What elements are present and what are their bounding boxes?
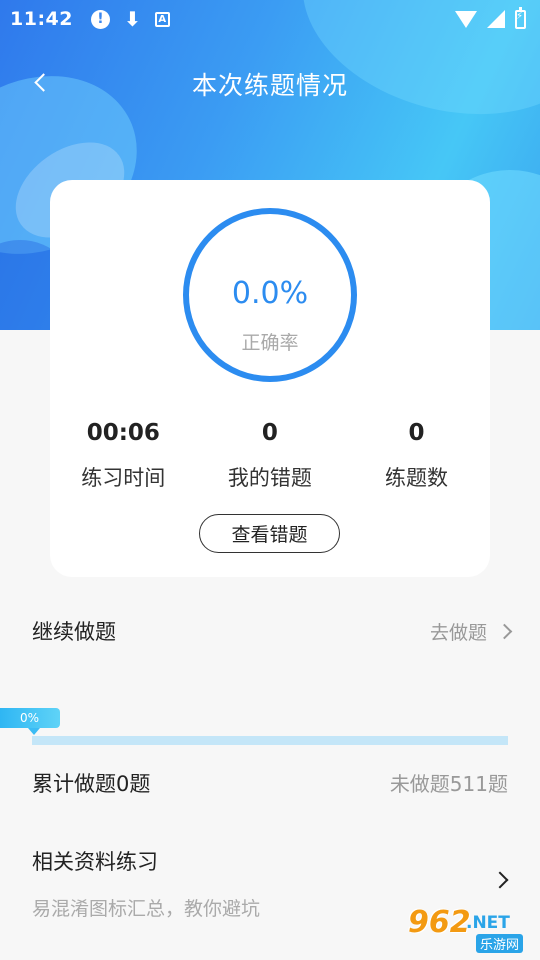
stat-label: 练题数 [384, 466, 448, 490]
watermark-net: .NET [466, 913, 510, 933]
status-bar: 11:42 ! ⬇ A [0, 0, 540, 38]
continue-title: 继续做题 [32, 620, 116, 644]
battery-icon [515, 6, 526, 29]
stats-row: 00:06 练习时间 0 我的错题 0 练题数 [50, 420, 490, 492]
stat-wrong-questions: 0 我的错题 [197, 420, 344, 492]
stat-practice-time: 00:06 练习时间 [50, 420, 197, 492]
nav-bar: 本次练题情况 [0, 56, 540, 110]
related-title: 相关资料练习 [32, 850, 158, 874]
stat-question-count: 0 练题数 [343, 420, 490, 492]
chevron-right-icon [491, 871, 509, 889]
status-notification-icons: ! ⬇ A [90, 7, 170, 31]
download-icon: ⬇ [123, 7, 141, 31]
watermark-sub: 乐游网 [476, 934, 524, 953]
related-description: 易混淆图标汇总，教你避坑 [32, 898, 261, 920]
a-box-icon: A [154, 11, 170, 27]
progress-bar [32, 736, 508, 745]
accuracy-label: 正确率 [241, 332, 299, 354]
undone-count: 未做题511题 [389, 772, 508, 796]
view-wrong-questions-button[interactable]: 查看错题 [199, 514, 340, 553]
watermark-logo: 962 .NET 乐游网 [400, 905, 538, 957]
progress-badge: 0% [0, 708, 60, 735]
stat-value: 0 [408, 420, 425, 446]
signal-icon [487, 10, 505, 28]
status-time: 11:42 [10, 8, 73, 30]
accuracy-value: 0.0% [231, 276, 309, 311]
chevron-right-icon [496, 623, 513, 640]
page-title: 本次练题情况 [191, 71, 348, 100]
stat-value: 0 [261, 420, 278, 446]
wifi-icon [455, 10, 477, 28]
go-practice-link[interactable]: 去做题 [429, 618, 513, 645]
watermark-main: 962 [408, 905, 471, 940]
status-system-icons [455, 6, 526, 29]
stat-label: 我的错题 [227, 466, 312, 490]
done-count: 累计做题0题 [32, 772, 151, 796]
summary-card: 0.0% 正确率 00:06 练习时间 0 我的错题 0 练题数 查看错题 [50, 180, 490, 577]
go-practice-label: 去做题 [429, 622, 487, 644]
stat-value: 00:06 [86, 420, 160, 446]
question-counts-row: 累计做题0题 未做题511题 [0, 768, 540, 798]
stat-label: 练习时间 [81, 466, 166, 490]
continue-practice-row[interactable]: 继续做题 去做题 [0, 606, 540, 656]
alert-icon: ! [90, 9, 110, 29]
